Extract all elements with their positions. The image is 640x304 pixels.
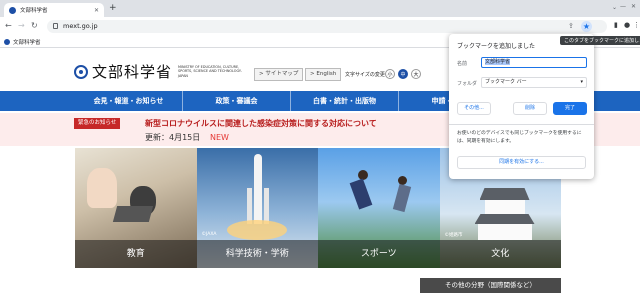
photo-credit: ©姫路市: [444, 233, 463, 238]
reload-icon[interactable]: ↻: [31, 20, 38, 32]
tab-strip: 文部科学省 ✕ + ⌄ — ✕: [0, 0, 640, 17]
font-size-label: 文字サイズの変更: [345, 72, 385, 78]
photo-credit: ©JAXA: [201, 232, 217, 237]
browser-tab[interactable]: 文部科学省 ✕: [4, 3, 104, 17]
profile-icon[interactable]: ●: [624, 21, 630, 29]
bookmark-added-dialog: ブックマークを追加しました ✕ 名前 文部科学省 フォルダ ブックマーク バー …: [449, 34, 594, 179]
update-date: 更新：4月15日: [145, 133, 201, 142]
new-tab-button[interactable]: +: [109, 3, 117, 13]
folder-label: フォルダ: [457, 81, 478, 87]
bookmark-favicon-icon: [4, 39, 10, 45]
tablet-image: [112, 206, 154, 222]
category-science[interactable]: ©JAXA 科学技術・学術: [196, 148, 318, 268]
chevron-down-icon: ▾: [580, 79, 583, 85]
castle-wall-image: [477, 224, 532, 240]
sidebar-icon[interactable]: ▮: [614, 21, 618, 29]
rocket-image: [253, 154, 262, 224]
dialog-title: ブックマークを追加しました: [457, 43, 536, 50]
more-button[interactable]: その他...: [457, 102, 491, 115]
student-image: [87, 168, 117, 208]
english-link[interactable]: > English: [305, 68, 342, 81]
emergency-title-link[interactable]: 新型コロナウイルスに関連した感染症対策に関する対応について: [145, 118, 377, 129]
close-tab-icon[interactable]: ✕: [94, 7, 99, 14]
enable-sync-button[interactable]: 同期を有効にする...: [457, 156, 586, 169]
url-text[interactable]: mext.go.jp: [63, 21, 98, 32]
sitemap-link[interactable]: > サイトマップ: [254, 68, 304, 81]
category-sports[interactable]: スポーツ: [318, 148, 440, 268]
bookmark-star-icon[interactable]: ★: [581, 21, 592, 32]
logo-subtitle: MINISTRY OF EDUCATION, CULTURE, SPORTS, …: [178, 64, 242, 78]
flame-image: [226, 220, 287, 240]
booster-image: [246, 188, 252, 224]
nav-item-whitepaper[interactable]: 白書・統計・出版物: [291, 91, 399, 111]
category-education[interactable]: 教育: [75, 148, 197, 268]
category-label: スポーツ: [318, 240, 440, 268]
booster-image: [263, 188, 269, 224]
address-bar[interactable]: mext.go.jp ⇪ ★: [47, 20, 607, 33]
minimize-icon[interactable]: —: [620, 3, 626, 10]
delete-button[interactable]: 削除: [513, 102, 547, 115]
new-badge: NEW: [210, 133, 229, 142]
other-fields-button[interactable]: その他の分野（国際関係など）: [420, 278, 561, 293]
font-size-large-button[interactable]: 大: [411, 69, 421, 79]
nav-item-policy[interactable]: 政策・審議会: [183, 91, 291, 111]
font-size-small-button[interactable]: 小: [385, 69, 395, 79]
bookmark-item[interactable]: 文部科学省: [4, 38, 41, 46]
divider: [449, 124, 594, 125]
bookmark-label: 文部科学省: [13, 40, 41, 46]
folder-select[interactable]: ブックマーク バー ▾: [481, 77, 587, 88]
castle-roof-image: [474, 214, 535, 224]
emergency-badge: 緊急のお知らせ: [74, 118, 121, 129]
bookmark-name-input[interactable]: 文部科学省: [481, 57, 587, 68]
logo-text: 文部科学省: [92, 63, 173, 81]
runner-image: [392, 183, 412, 213]
bookmark-name-value: 文部科学省: [485, 59, 511, 65]
done-button[interactable]: 完了: [553, 102, 587, 115]
share-icon[interactable]: ⇪: [568, 22, 574, 31]
lock-icon: [53, 23, 58, 29]
window-close-icon[interactable]: ✕: [631, 3, 636, 10]
mext-logo-icon: [74, 64, 88, 79]
category-label: 文化: [439, 240, 561, 268]
sync-description: お使いのどのデバイスでも同じブックマークを使用するには、同期を有効にします。: [457, 131, 582, 144]
site-favicon-icon: [9, 6, 16, 14]
nav-item-press[interactable]: 会見・報道・お知らせ: [75, 91, 183, 111]
tab-title: 文部科学省: [20, 8, 48, 14]
runner-image: [349, 178, 373, 210]
name-label: 名前: [457, 61, 468, 67]
back-icon[interactable]: ←: [5, 20, 12, 32]
castle-wall-image: [484, 200, 525, 214]
category-label: 科学技術・学術: [196, 240, 318, 268]
forward-icon[interactable]: →: [18, 20, 25, 32]
site-logo[interactable]: 文部科学省 MINISTRY OF EDUCATION, CULTURE, SP…: [74, 61, 248, 82]
castle-roof-image: [479, 188, 530, 200]
bookmark-tooltip: このタブをブックマークに追加します: [560, 36, 640, 45]
folder-value: ブックマーク バー: [485, 79, 527, 85]
font-size-medium-button[interactable]: 中: [398, 69, 408, 79]
menu-icon[interactable]: ⋮: [633, 21, 640, 29]
category-label: 教育: [75, 240, 197, 268]
tab-search-icon[interactable]: ⌄: [612, 4, 617, 11]
